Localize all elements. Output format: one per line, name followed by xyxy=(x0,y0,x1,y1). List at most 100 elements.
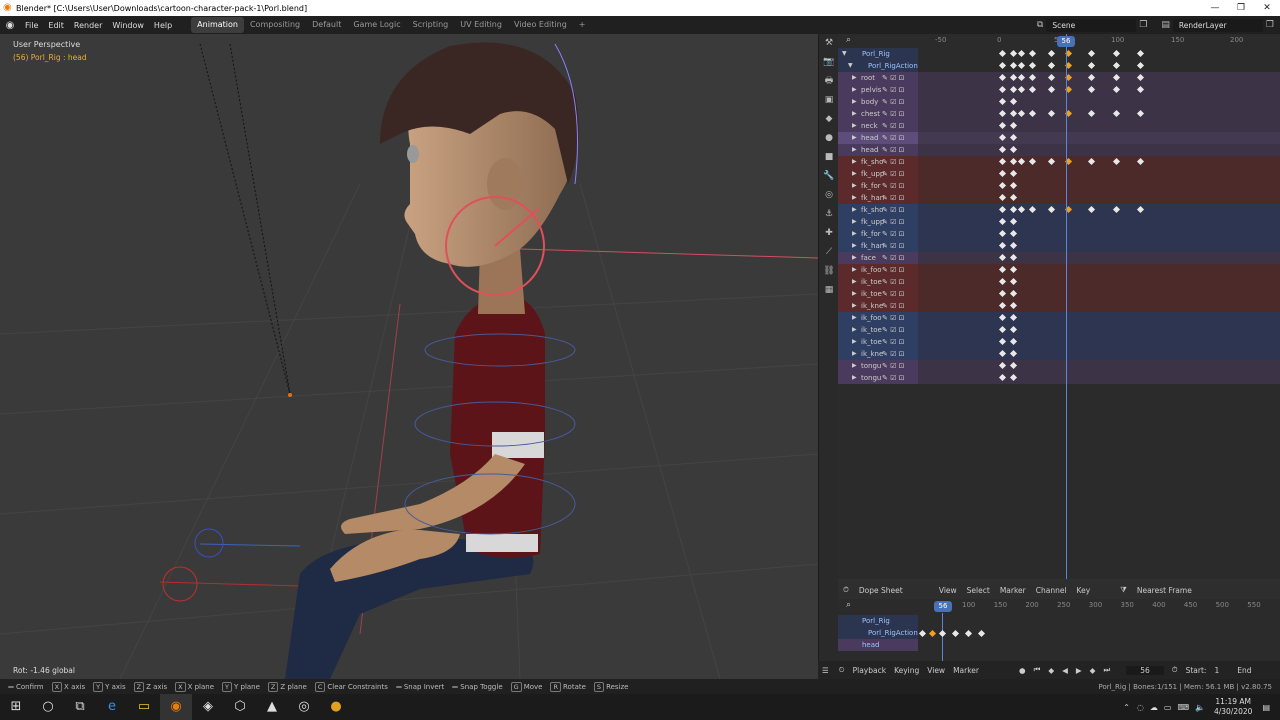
keyframe[interactable] xyxy=(1009,349,1018,358)
keyframe[interactable] xyxy=(1136,85,1145,94)
menu-select[interactable]: Select xyxy=(967,586,990,595)
channel-toggle-icons[interactable]: ✎ ☑ ⊡ xyxy=(882,108,904,120)
keyframe[interactable] xyxy=(1028,109,1037,118)
timeline-keyframe[interactable] xyxy=(951,629,960,638)
channel-row[interactable]: ▶ fk_sho ✎ ☑ ⊡ xyxy=(838,204,918,216)
keyframe[interactable] xyxy=(1028,61,1037,70)
keyframe-row[interactable] xyxy=(918,312,1280,324)
tab-scripting[interactable]: Scripting xyxy=(407,17,455,33)
channel-row[interactable]: ▶ ik_kne ✎ ☑ ⊡ xyxy=(838,348,918,360)
channel-toggle-icons[interactable]: ✎ ☑ ⊡ xyxy=(882,132,904,144)
menu-view[interactable]: View xyxy=(927,666,945,675)
menu-render[interactable]: Render xyxy=(69,21,107,30)
keyframe[interactable] xyxy=(998,193,1007,202)
keyframe[interactable] xyxy=(998,49,1007,58)
snapping-select[interactable]: Nearest Frame xyxy=(1137,586,1192,595)
dopesheet-editor[interactable]: ⌕ -50 0 50 100 150 200 ▼Porl_Rig▼Porl_Ri… xyxy=(838,34,1280,579)
keyframe[interactable] xyxy=(1087,61,1096,70)
keyframe[interactable] xyxy=(998,325,1007,334)
view-layer-icon[interactable]: ▣ xyxy=(819,91,839,110)
scene-props-icon[interactable]: ◆ xyxy=(819,110,839,129)
channel-list[interactable]: ▼ Porl_Rig ▼ Porl_RigAction ▶ root ✎ ☑ ⊡ ▶ pelvi… xyxy=(838,48,918,384)
channel-row[interactable]: ▶ pelvis ✎ ☑ ⊡ xyxy=(838,84,918,96)
scene-field[interactable]: Scene xyxy=(1046,18,1137,32)
keyframe[interactable] xyxy=(1112,205,1121,214)
keyframe[interactable] xyxy=(998,337,1007,346)
menu-marker[interactable]: Marker xyxy=(953,666,979,675)
prev-key-icon[interactable]: ◆ xyxy=(1048,666,1054,675)
timeline-keyframe[interactable] xyxy=(977,629,986,638)
keyframe[interactable] xyxy=(1136,157,1145,166)
keyframe-row[interactable] xyxy=(918,348,1280,360)
object-icon[interactable]: ■ xyxy=(819,148,839,167)
channel-row[interactable]: ▶ chest ✎ ☑ ⊡ xyxy=(838,108,918,120)
keyframe[interactable] xyxy=(1009,241,1018,250)
world-icon[interactable]: ● xyxy=(819,129,839,148)
expand-triangle-icon[interactable]: ▶ xyxy=(852,312,857,324)
tool-icon[interactable]: ⚒ xyxy=(819,34,839,53)
blender-taskbar-icon[interactable]: ◉ xyxy=(160,694,192,720)
keyframe-row[interactable] xyxy=(918,264,1280,276)
keyframe-row[interactable] xyxy=(918,144,1280,156)
preview-range-icon[interactable]: ⏱ xyxy=(1172,665,1178,675)
keyframe[interactable] xyxy=(1112,49,1121,58)
keyframe[interactable] xyxy=(1136,61,1145,70)
channel-toggle-icons[interactable]: ✎ ☑ ⊡ xyxy=(882,156,904,168)
menu-channel[interactable]: Channel xyxy=(1036,586,1067,595)
tray-icon[interactable]: ☁ xyxy=(1150,703,1158,712)
jump-end-icon[interactable]: ⏭ xyxy=(1103,665,1110,675)
keyframe-row[interactable] xyxy=(918,192,1280,204)
editor-menu-icon[interactable]: ☰ xyxy=(822,666,829,675)
channel-row[interactable]: ▶ body ✎ ☑ ⊡ xyxy=(838,96,918,108)
keyframe-row[interactable] xyxy=(918,336,1280,348)
app-icon[interactable]: ▲ xyxy=(256,694,288,720)
channel-row[interactable]: ▶ ik_toe ✎ ☑ ⊡ xyxy=(838,336,918,348)
keyframe[interactable] xyxy=(1087,85,1096,94)
channel-row[interactable]: ▶ ik_foo ✎ ☑ ⊡ xyxy=(838,312,918,324)
keyframe[interactable] xyxy=(1047,49,1056,58)
windows-start-icon[interactable]: ⊞ xyxy=(0,694,32,720)
expand-triangle-icon[interactable]: ▶ xyxy=(852,180,857,192)
mode-select[interactable]: Dope Sheet xyxy=(859,586,929,595)
keyframe[interactable] xyxy=(1047,73,1056,82)
current-frame-indicator[interactable]: 56 xyxy=(1057,36,1075,47)
close-icon[interactable]: ✕ xyxy=(1254,0,1280,16)
keyframe[interactable] xyxy=(1009,361,1018,370)
keyframe[interactable] xyxy=(1112,109,1121,118)
tab-game-logic[interactable]: Game Logic xyxy=(347,17,406,33)
keyframe-row[interactable] xyxy=(918,276,1280,288)
keyframe[interactable] xyxy=(1009,193,1018,202)
render-icon[interactable]: 📷 xyxy=(819,53,839,72)
keyframe-row[interactable] xyxy=(918,240,1280,252)
keyframe[interactable] xyxy=(1017,49,1026,58)
keyframe[interactable] xyxy=(1087,49,1096,58)
channel-row[interactable]: ▶ head ✎ ☑ ⊡ xyxy=(838,144,918,156)
dopesheet-search-icon[interactable]: ⌕ xyxy=(846,35,851,45)
channel-row[interactable]: ▶ ik_toe ✎ ☑ ⊡ xyxy=(838,324,918,336)
keyframe[interactable] xyxy=(1009,217,1018,226)
expand-triangle-icon[interactable]: ▶ xyxy=(852,228,857,240)
unity-hub-icon[interactable]: ⬡ xyxy=(224,694,256,720)
expand-triangle-icon[interactable]: ▶ xyxy=(852,372,857,384)
expand-triangle-icon[interactable]: ▶ xyxy=(852,108,857,120)
channel-toggle-icons[interactable]: ✎ ☑ ⊡ xyxy=(882,192,904,204)
blender-menu-icon[interactable]: ◉ xyxy=(0,20,20,31)
expand-triangle-icon[interactable]: ▶ xyxy=(852,144,857,156)
keyframe-row[interactable] xyxy=(918,228,1280,240)
timeline-keyframe[interactable] xyxy=(938,629,947,638)
expand-triangle-icon[interactable]: ▶ xyxy=(852,84,857,96)
keyframe[interactable] xyxy=(1009,289,1018,298)
channel-row[interactable]: ▶ ik_foo ✎ ☑ ⊡ xyxy=(838,264,918,276)
keyframe-row[interactable] xyxy=(918,156,1280,168)
channel-row[interactable]: ▼ Porl_RigAction xyxy=(838,60,918,72)
obs-icon[interactable]: ◎ xyxy=(288,694,320,720)
keyframe[interactable] xyxy=(998,61,1007,70)
edge-icon[interactable]: e xyxy=(96,694,128,720)
keyframe[interactable] xyxy=(1009,85,1018,94)
keyframe[interactable] xyxy=(998,85,1007,94)
keyframe[interactable] xyxy=(1009,277,1018,286)
keyframe[interactable] xyxy=(1136,109,1145,118)
keyframe-row[interactable] xyxy=(918,132,1280,144)
keyframe[interactable] xyxy=(1028,85,1037,94)
keyframe-row[interactable] xyxy=(918,288,1280,300)
